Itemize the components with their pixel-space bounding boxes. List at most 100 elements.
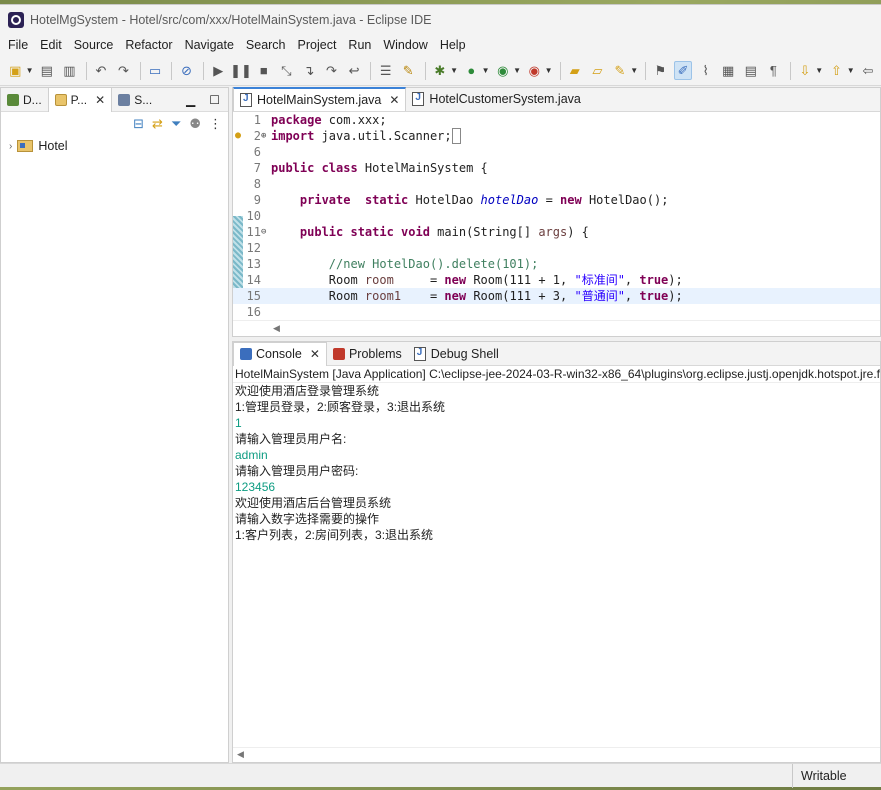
- menu-bar: File Edit Source Refactor Navigate Searc…: [0, 34, 881, 56]
- close-icon[interactable]: ✕: [95, 93, 105, 107]
- tab-console[interactable]: Console ✕: [233, 341, 327, 366]
- scroll-left-icon[interactable]: ◀: [273, 323, 280, 334]
- toolbar-divider: [202, 61, 204, 80]
- menu-run[interactable]: Run: [343, 38, 376, 52]
- toolbar-divider: [424, 61, 426, 80]
- tab-debug[interactable]: D...: [1, 88, 48, 112]
- undo-icon[interactable]: ↶: [92, 61, 111, 80]
- toggle-breakpoints-icon[interactable]: ☰: [376, 61, 395, 80]
- chevron-down-icon[interactable]: ▼: [482, 66, 490, 75]
- step-return-icon[interactable]: ↩: [345, 61, 364, 80]
- code-line: 14 Room room = new Room(111 + 1, "标准间", …: [246, 273, 683, 287]
- menu-refactor[interactable]: Refactor: [120, 38, 177, 52]
- tab-package-explorer[interactable]: P... ✕: [47, 87, 113, 112]
- chevron-down-icon[interactable]: ▼: [847, 66, 855, 75]
- debug-shell-icon: [413, 346, 426, 361]
- tree-item-label: Hotel: [38, 139, 68, 153]
- annotations-icon[interactable]: ⚑: [651, 61, 670, 80]
- expand-fold-icon[interactable]: ⊕: [261, 128, 266, 144]
- code-line: 7 public class HotelMainSystem {: [253, 161, 488, 175]
- open-folder-icon[interactable]: ▱: [588, 61, 607, 80]
- next-annotation-icon[interactable]: ⇩: [796, 61, 815, 80]
- code-line: 10: [246, 209, 261, 223]
- main-toolbar: ▣ ▼ ▤ ▥ ↶ ↷ ▭ ⊘ ▶ ❚❚ ■ ⤡ ↴ ↷ ↩ ☰ ✎ ✱ ▼ ● ▼ …: [0, 56, 881, 86]
- skip-breakpoints-icon[interactable]: ⊘: [177, 61, 196, 80]
- menu-navigate[interactable]: Navigate: [180, 38, 239, 52]
- chevron-down-icon[interactable]: ▼: [450, 66, 458, 75]
- horizontal-scrollbar[interactable]: ◀: [233, 320, 880, 336]
- step-over-icon[interactable]: ↷: [322, 61, 341, 80]
- search-tool-icon[interactable]: ✎: [611, 61, 630, 80]
- run-icon[interactable]: ●: [462, 61, 481, 80]
- mark-occurrences-icon[interactable]: ✐: [673, 61, 693, 80]
- code-text-area[interactable]: 1 package com.xxx; ● 2 ⊕ import java.util.Sc…: [233, 112, 880, 320]
- focus-icon[interactable]: ⚉: [189, 116, 201, 132]
- resume-icon[interactable]: ▶: [209, 61, 228, 80]
- previous-annotation-icon[interactable]: ⇧: [827, 61, 846, 80]
- link-with-editor-icon[interactable]: ⇄: [152, 116, 163, 132]
- console-output[interactable]: 欢迎使用酒店登录管理系统 1:管理员登录，2:顾客登录，3:退出系统 1 请输入…: [233, 383, 880, 543]
- chevron-down-icon[interactable]: ▼: [815, 66, 823, 75]
- code-line: 1 package com.xxx;: [253, 113, 387, 127]
- debug-icon[interactable]: ✱: [431, 61, 450, 80]
- close-icon[interactable]: ✕: [310, 347, 320, 361]
- eclipse-logo-icon: [8, 11, 24, 28]
- console-horizontal-scrollbar[interactable]: ◀: [233, 747, 880, 762]
- tab-hotel-customer-system[interactable]: HotelCustomerSystem.java: [406, 87, 586, 111]
- collapse-all-icon[interactable]: ⊟: [133, 116, 144, 132]
- word-wrap-icon[interactable]: ⌇: [696, 61, 715, 80]
- scroll-left-icon[interactable]: ◀: [237, 749, 244, 760]
- save-all-icon[interactable]: ▥: [60, 61, 79, 80]
- run-last-icon[interactable]: ✎: [399, 61, 418, 80]
- terminate-icon[interactable]: ■: [254, 61, 273, 80]
- menu-help[interactable]: Help: [435, 38, 471, 52]
- chevron-down-icon[interactable]: ▼: [545, 66, 553, 75]
- external-tools-icon[interactable]: ◉: [525, 61, 544, 80]
- filter-icon[interactable]: ⏷: [171, 116, 181, 132]
- save-icon[interactable]: ▤: [38, 61, 57, 80]
- chevron-down-icon[interactable]: ▼: [513, 66, 521, 75]
- terminal-icon[interactable]: ▭: [146, 61, 165, 80]
- java-file-icon: [412, 92, 425, 106]
- tab-debug-shell[interactable]: Debug Shell: [408, 342, 505, 366]
- menu-source[interactable]: Source: [69, 38, 119, 52]
- debug-view-icon: [7, 93, 19, 106]
- menu-window[interactable]: Window: [378, 38, 432, 52]
- toolbar-divider: [139, 61, 141, 80]
- disconnect-icon[interactable]: ⤡: [277, 61, 296, 80]
- tab-label: Debug Shell: [430, 346, 499, 361]
- launch-description: HotelMainSystem [Java Application] C:\ec…: [233, 367, 880, 383]
- menu-search[interactable]: Search: [241, 38, 291, 52]
- suspend-icon[interactable]: ❚❚: [230, 61, 252, 80]
- show-whitespace-icon[interactable]: ▤: [741, 61, 760, 80]
- code-line: 9 private static HotelDao hotelDao = new…: [253, 193, 669, 207]
- menu-edit[interactable]: Edit: [35, 38, 67, 52]
- menu-project[interactable]: Project: [293, 38, 342, 52]
- pilcrow-icon[interactable]: ¶: [764, 61, 783, 80]
- tab-label: HotelMainSystem.java: [257, 93, 382, 107]
- tab-problems[interactable]: Problems: [327, 342, 408, 366]
- tab-hotel-main-system[interactable]: HotelMainSystem.java ✕: [233, 87, 407, 111]
- chevron-down-icon[interactable]: ▼: [26, 66, 34, 75]
- console-line: 欢迎使用酒店后台管理员系统: [235, 496, 392, 510]
- tab-servers[interactable]: S...: [112, 88, 158, 112]
- block-selection-icon[interactable]: ▦: [719, 61, 738, 80]
- menu-file[interactable]: File: [3, 38, 33, 52]
- tree-item-hotel[interactable]: › Hotel: [1, 136, 228, 156]
- back-icon[interactable]: ⇦: [859, 61, 878, 80]
- package-explorer-panel: D... P... ✕ S... ▁ ☐ ⊟ ⇄ ⏷ ⚉ ⋮ › Hotel: [0, 87, 229, 763]
- close-icon[interactable]: ✕: [389, 93, 399, 107]
- open-type-icon[interactable]: ▰: [565, 61, 584, 80]
- console-line: 1:客户列表，2:房间列表，3:退出系统: [235, 528, 434, 542]
- coverage-icon[interactable]: ◉: [494, 61, 513, 80]
- step-into-icon[interactable]: ↴: [300, 61, 319, 80]
- console-input-line: admin: [235, 448, 268, 462]
- chevron-right-icon[interactable]: ›: [9, 141, 12, 152]
- new-icon[interactable]: ▣: [6, 61, 25, 80]
- redo-icon[interactable]: ↷: [114, 61, 133, 80]
- chevron-down-icon[interactable]: ▼: [630, 66, 638, 75]
- collapse-fold-icon[interactable]: ⊖: [261, 224, 266, 240]
- maximize-icon[interactable]: ☐: [209, 93, 220, 107]
- minimize-icon[interactable]: ▁: [186, 93, 195, 107]
- view-menu-icon[interactable]: ⋮: [209, 116, 222, 132]
